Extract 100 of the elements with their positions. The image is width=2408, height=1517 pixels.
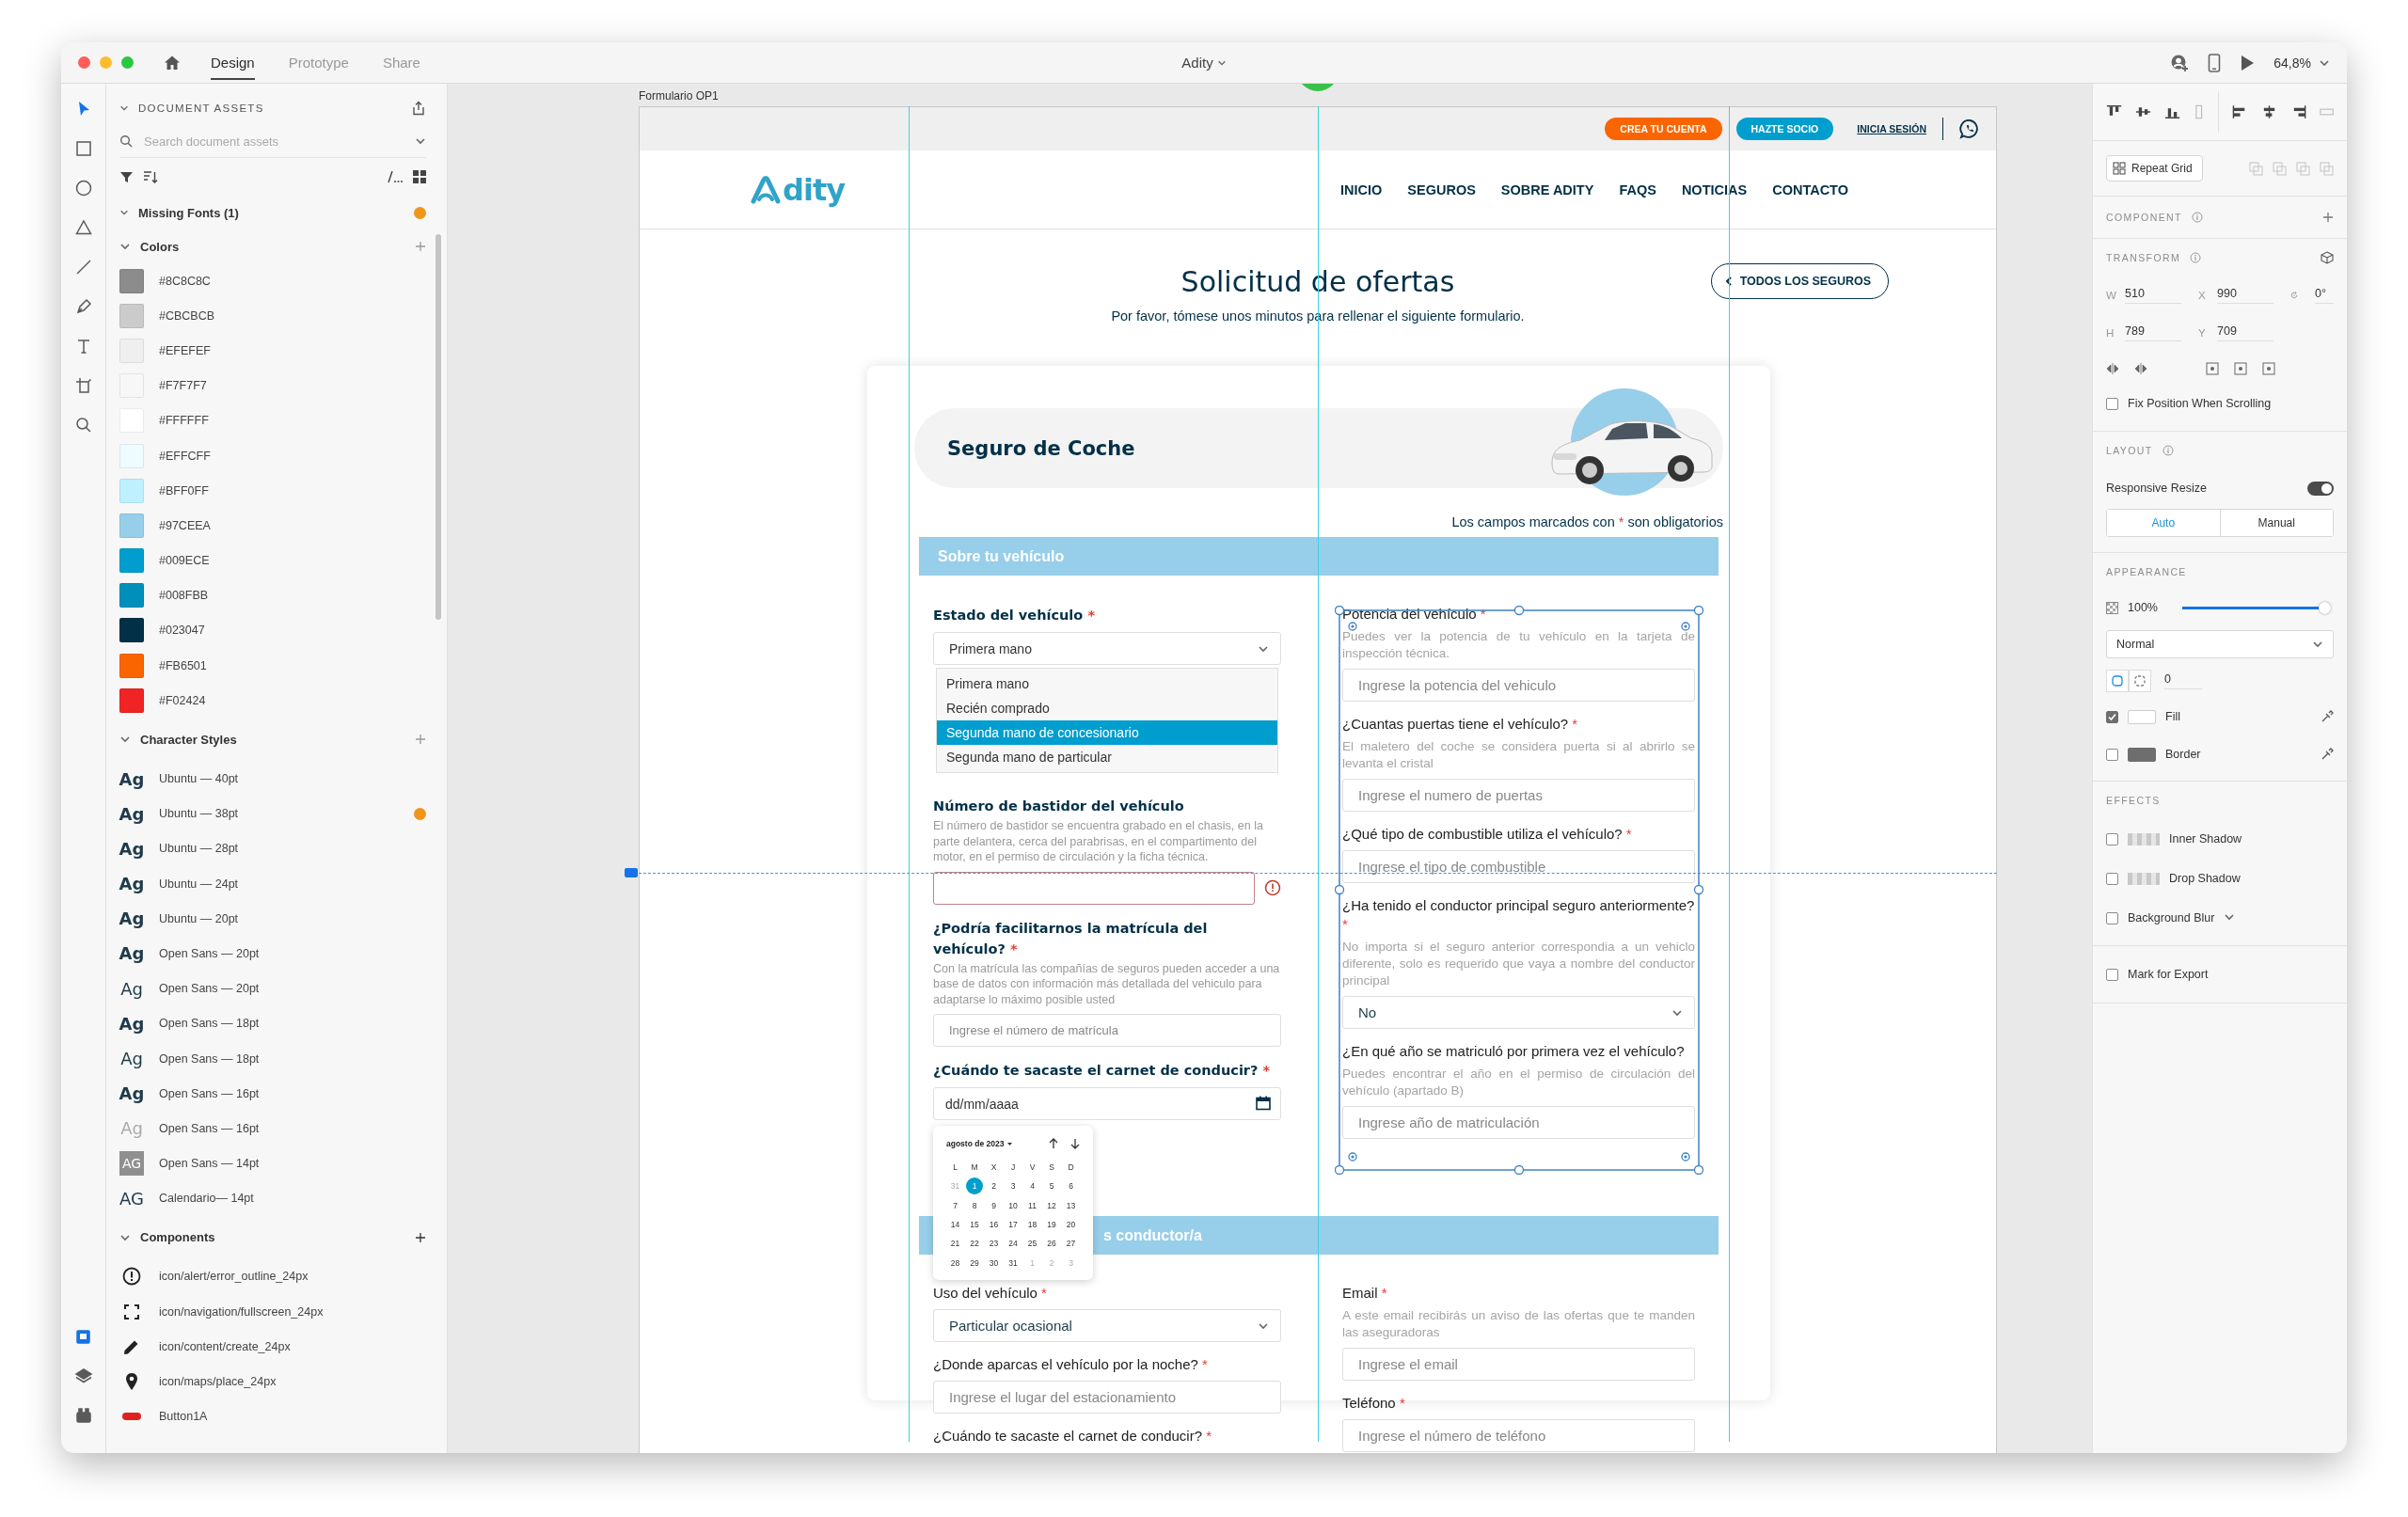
style-sample[interactable]: Ag — [119, 1081, 144, 1106]
select-field[interactable]: Primera mano — [933, 632, 1281, 665]
rectangle-icon[interactable] — [73, 139, 93, 158]
calendar-day[interactable]: 8 — [966, 1196, 983, 1214]
grid-view-icon[interactable] — [413, 170, 426, 183]
style-sample[interactable]: Ag — [119, 906, 144, 931]
calendar-day[interactable]: 10 — [1005, 1196, 1022, 1214]
nav-link[interactable]: CONTACTO — [1772, 182, 1848, 198]
color-swatch[interactable] — [119, 583, 144, 608]
plus-icon[interactable] — [2322, 212, 2334, 223]
calendar-day[interactable]: 13 — [1062, 1196, 1080, 1214]
calendar-day[interactable]: 30 — [985, 1254, 1003, 1272]
calendar-day[interactable]: 26 — [1043, 1235, 1060, 1253]
eyedropper-icon[interactable] — [2321, 710, 2334, 723]
calendar-day[interactable]: 31 — [1005, 1254, 1022, 1272]
cube-icon[interactable] — [2321, 251, 2334, 264]
space-vertical-icon[interactable] — [2234, 362, 2247, 375]
user-add-icon[interactable] — [2170, 53, 2190, 72]
checkbox[interactable] — [2106, 872, 2118, 885]
section-header[interactable]: Character Styles — [140, 732, 405, 747]
calendar-day[interactable]: 25 — [1023, 1235, 1041, 1253]
color-swatch[interactable] — [119, 653, 144, 678]
style-sample[interactable]: Ag — [119, 766, 144, 792]
segment-button[interactable]: Auto — [2107, 510, 2220, 536]
flip-vertical-icon[interactable] — [2134, 362, 2147, 375]
checkbox[interactable] — [2106, 710, 2118, 723]
number-field[interactable]: 0 — [2164, 672, 2202, 689]
fit-icon[interactable] — [2262, 362, 2275, 375]
nav-link[interactable]: SEGUROS — [1407, 182, 1476, 198]
segment-button[interactable]: Manual — [2219, 510, 2333, 536]
repeat-grid-button[interactable]: Repeat Grid — [2106, 155, 2203, 182]
calendar-day[interactable]: 20 — [1062, 1216, 1080, 1234]
calendar-day[interactable]: 28 — [946, 1254, 964, 1272]
color-swatch[interactable] — [119, 513, 144, 538]
style-sample[interactable]: Ag — [119, 1011, 144, 1036]
style-sample[interactable]: Ag — [119, 1046, 144, 1071]
checkbox[interactable] — [2106, 748, 2118, 761]
toggle-switch[interactable] — [2307, 481, 2334, 496]
calendar-day[interactable]: 21 — [946, 1235, 964, 1253]
filter-icon[interactable] — [119, 169, 134, 184]
home-icon[interactable] — [164, 54, 181, 71]
share-icon[interactable] — [411, 101, 426, 116]
back-button[interactable]: TODOS LOS SEGUROS — [1710, 263, 1889, 299]
calendar-day[interactable]: 3 — [1005, 1177, 1022, 1195]
select-field[interactable]: Particular ocasional — [933, 1309, 1281, 1342]
rounded-square-icon[interactable] — [2112, 675, 2123, 687]
magnifier-icon[interactable] — [73, 416, 93, 435]
calendar-day[interactable]: 29 — [966, 1254, 983, 1272]
checkbox[interactable] — [2106, 968, 2118, 981]
maximize-button[interactable] — [121, 56, 134, 69]
info-icon[interactable] — [2191, 212, 2203, 223]
number-field[interactable]: 709 — [2217, 324, 2273, 341]
color-swatch[interactable] — [119, 338, 144, 363]
guide-handle[interactable] — [625, 868, 638, 877]
mobile-icon[interactable] — [2208, 53, 2222, 72]
triangle-icon[interactable] — [73, 218, 93, 237]
number-field[interactable]: 510 — [2125, 287, 2181, 304]
fill-swatch[interactable] — [2128, 709, 2156, 724]
info-icon[interactable] — [2190, 252, 2202, 263]
circle-icon[interactable] — [73, 179, 93, 198]
selection-frame[interactable] — [1335, 606, 1703, 1175]
color-swatch[interactable] — [119, 303, 144, 328]
color-swatch[interactable] — [119, 618, 144, 643]
style-sample[interactable]: Ag — [119, 871, 144, 896]
month-label[interactable]: agosto de 2023 — [946, 1139, 1005, 1148]
style-sample[interactable]: Ag — [119, 976, 144, 1002]
style-icon[interactable] — [387, 170, 404, 183]
style-sample[interactable]: AG — [119, 1186, 144, 1211]
style-sample[interactable]: Ag — [119, 940, 144, 966]
space-horizontal-icon[interactable] — [2206, 362, 2219, 375]
dropdown-option[interactable]: Primera mano — [937, 672, 1277, 696]
guide-line[interactable] — [639, 873, 1997, 874]
layers-icon[interactable] — [73, 1367, 93, 1385]
sort-icon[interactable] — [143, 169, 158, 184]
login-link[interactable]: INICIA SESIÓN — [1847, 118, 1926, 140]
info-icon[interactable] — [2162, 445, 2174, 456]
artboard-label[interactable]: Formulario OP1 — [639, 84, 2092, 106]
checkbox[interactable] — [2106, 911, 2118, 924]
blend-mode-select[interactable]: Normal — [2106, 630, 2334, 658]
calendar-day[interactable]: 11 — [1023, 1196, 1041, 1214]
dashed-square-icon[interactable] — [2134, 675, 2146, 687]
phone-bubble-icon[interactable] — [1959, 119, 1980, 139]
plug-icon[interactable] — [73, 1406, 93, 1425]
calendar-day[interactable]: 16 — [985, 1216, 1003, 1234]
text-field[interactable] — [933, 871, 1255, 905]
calendar-day[interactable]: 17 — [1005, 1216, 1022, 1234]
color-swatch[interactable] — [119, 443, 144, 468]
select-field[interactable]: No — [1342, 996, 1695, 1029]
calendar-day[interactable]: 12 — [1043, 1196, 1060, 1214]
checkbox[interactable] — [2106, 832, 2118, 845]
number-field[interactable]: 789 — [2125, 324, 2181, 341]
arrow-up-icon[interactable] — [1047, 1137, 1060, 1150]
nav-link[interactable]: INICIO — [1340, 182, 1383, 198]
color-swatch[interactable] — [119, 268, 144, 293]
calendar-day[interactable]: 27 — [1062, 1235, 1080, 1253]
dropdown-option[interactable]: Recién comprado — [937, 696, 1277, 720]
number-field[interactable]: 0° — [2315, 287, 2334, 304]
calendar-day[interactable]: 2 — [985, 1177, 1003, 1195]
dropdown-option[interactable]: Segunda mano de particular — [937, 745, 1277, 769]
arrow-down-icon[interactable] — [1069, 1137, 1082, 1150]
